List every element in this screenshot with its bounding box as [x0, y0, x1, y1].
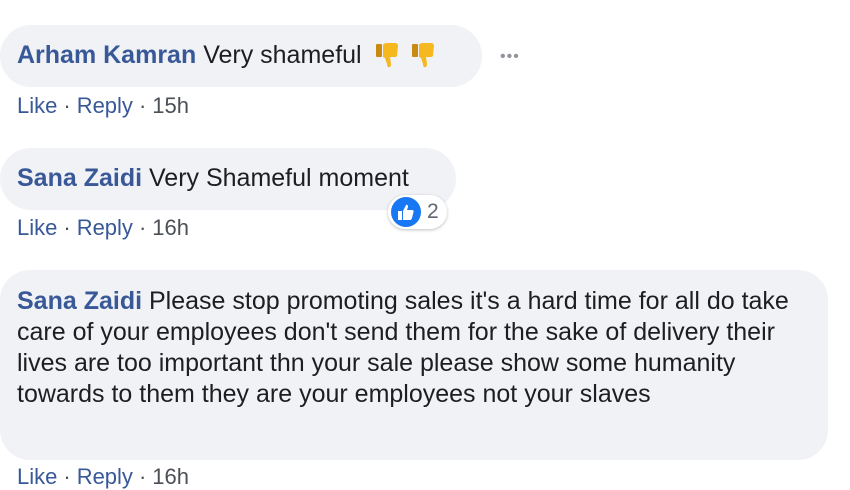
separator: · — [138, 464, 147, 489]
reply-link[interactable]: Reply — [77, 93, 133, 118]
comment-text: Very shameful — [203, 41, 362, 69]
timestamp[interactable]: 16h — [152, 464, 189, 489]
separator: · — [138, 93, 147, 118]
comment-text: Very Shameful moment — [149, 164, 409, 192]
comment-author[interactable]: Sana Zaidi — [17, 164, 142, 192]
like-link[interactable]: Like — [17, 215, 57, 240]
comment-actions: Like · Reply · 16h — [17, 464, 189, 490]
separator: · — [63, 93, 71, 118]
separator: · — [138, 215, 147, 240]
comment-bubble: Sana Zaidi Very Shameful moment — [0, 148, 456, 210]
comment-author[interactable]: Sana Zaidi — [17, 287, 142, 315]
comment-actions: Like · Reply · 16h — [17, 215, 189, 241]
reaction-count: 2 — [427, 200, 439, 223]
reply-link[interactable]: Reply — [77, 215, 133, 240]
like-link[interactable]: Like — [17, 93, 57, 118]
comment-bubble: Sana Zaidi Please stop promoting sales i… — [0, 270, 828, 460]
like-link[interactable]: Like — [17, 464, 57, 489]
separator: · — [63, 215, 71, 240]
reply-link[interactable]: Reply — [77, 464, 133, 489]
timestamp[interactable]: 16h — [152, 215, 189, 240]
thumbs-down-icon — [411, 43, 434, 68]
separator: · — [63, 464, 71, 489]
reaction-summary[interactable]: 2 — [388, 195, 447, 229]
more-options-icon[interactable]: ••• — [500, 48, 520, 66]
timestamp[interactable]: 15h — [152, 93, 189, 118]
thumbs-up-icon — [391, 197, 421, 227]
comment-actions: Like · Reply · 15h — [17, 93, 189, 119]
comment-bubble: Arham Kamran Very shameful — [0, 25, 482, 87]
thumbs-down-icon — [375, 43, 398, 68]
comment-author[interactable]: Arham Kamran — [17, 41, 196, 69]
